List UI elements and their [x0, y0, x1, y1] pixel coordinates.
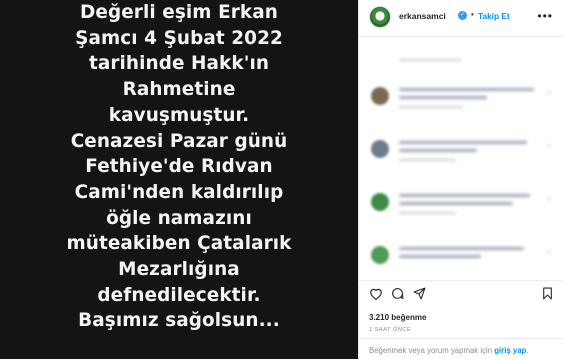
comment-icon[interactable]: [391, 287, 404, 300]
comments-list[interactable]: ♡ ♡ ♡ ♡: [359, 37, 563, 274]
post-text-line: Cenazesi Pazar günü: [70, 130, 288, 152]
avatar[interactable]: [371, 246, 389, 264]
heart-icon[interactable]: ♡: [546, 91, 554, 99]
header-separator: •: [471, 10, 474, 19]
heart-icon[interactable]: ♡: [546, 250, 554, 258]
blurred-comment-text: [399, 141, 541, 166]
heart-icon[interactable]: [369, 287, 383, 300]
post-text-line: Şamcı 4 Şubat 2022: [75, 27, 283, 49]
post-text-line: tarihinde Hakk'ın: [88, 53, 270, 75]
post-text-line: Değerli eşim Erkan: [80, 2, 278, 23]
post-image-text: Değerli eşim Erkan Şamcı 4 Şubat 2022 ta…: [8, 0, 350, 334]
post-text-line: müteakiben Çatalarık: [66, 233, 292, 255]
blurred-comment-text: [399, 194, 541, 219]
post-actions: [359, 280, 563, 307]
post-text-line: Cami'nden kaldırılıp: [74, 181, 284, 203]
avatar[interactable]: [371, 193, 389, 211]
list-item: ♡: [359, 189, 563, 233]
post-text-line: Fethiye'de Rıdvan: [85, 156, 273, 178]
post-text-line: Mezarlığına: [118, 259, 240, 281]
follow-button[interactable]: Takip Et: [478, 11, 510, 21]
post-text-line: Başımız sağolsun...: [78, 310, 280, 332]
list-item: ♡: [359, 136, 563, 180]
share-icon[interactable]: [413, 287, 426, 300]
login-prompt: Beğenmek veya yorum yapmak için giriş ya…: [359, 338, 563, 360]
bookmark-icon[interactable]: [542, 287, 553, 300]
post-text-line: Rahmetine: [122, 79, 236, 101]
list-item: ♡: [359, 242, 563, 274]
more-horizontal-icon[interactable]: •••: [537, 9, 553, 23]
blurred-comment-text: [399, 59, 503, 66]
post-text-line: kavuşmuştur.: [108, 104, 250, 126]
likes-word: beğenme: [391, 313, 427, 322]
avatar[interactable]: [371, 87, 389, 105]
post-image: Değerli eşim Erkan Şamcı 4 Şubat 2022 ta…: [0, 0, 358, 359]
post-header: erkansamci ✓ • Takip Et •••: [359, 0, 563, 37]
likes-count[interactable]: 3.210 beğenme: [369, 313, 426, 322]
avatar[interactable]: [371, 140, 389, 158]
blurred-comment-text: [399, 88, 541, 113]
post-sidebar: erkansamci ✓ • Takip Et ••• ♡ ♡ ♡ ♡ 3.21…: [358, 0, 563, 359]
login-prompt-prefix: Beğenmek veya yorum yapmak için: [369, 346, 495, 355]
profile-username[interactable]: erkansamci: [399, 11, 446, 21]
heart-icon[interactable]: ♡: [546, 197, 554, 205]
post-text-line: defnedilecektir.: [97, 284, 261, 306]
likes-number: 3.210: [369, 313, 390, 322]
post-text-line: öğle namazını: [106, 207, 252, 229]
profile-avatar[interactable]: [369, 6, 391, 28]
post-timestamp[interactable]: 1 SAAT ÖNCE: [369, 327, 411, 333]
login-prompt-text: Beğenmek veya yorum yapmak için giriş ya…: [369, 346, 529, 355]
login-prompt-suffix: .: [526, 346, 529, 355]
blurred-comment-text: [399, 247, 541, 263]
login-link[interactable]: giriş yap: [494, 346, 526, 355]
heart-icon[interactable]: ♡: [546, 144, 554, 152]
verified-badge-icon: ✓: [458, 11, 467, 20]
list-item: ♡: [359, 83, 563, 127]
